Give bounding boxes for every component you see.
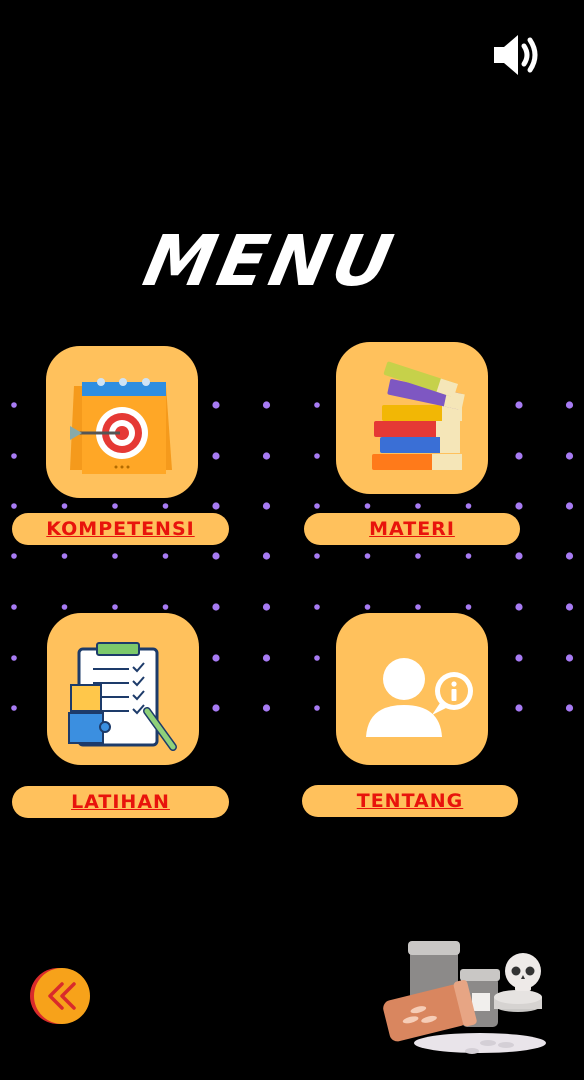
target-calendar-icon [70, 378, 172, 474]
books-stack-icon [372, 361, 465, 470]
sound-toggle-button[interactable] [490, 30, 544, 84]
materi-button[interactable]: MATERI [304, 513, 520, 545]
back-button[interactable] [34, 968, 90, 1024]
tentang-tile[interactable] [336, 613, 488, 765]
kompetensi-tile[interactable] [46, 346, 198, 498]
double-chevron-left-icon [48, 982, 76, 1010]
checklist-clipboard-icon [68, 642, 177, 751]
latihan-tile[interactable] [47, 613, 199, 765]
speaker-volume-icon [494, 35, 538, 75]
materi-tile[interactable] [336, 342, 488, 494]
user-info-icon [366, 658, 473, 737]
medicine-bottles-skull-icon [383, 941, 546, 1054]
tentang-button[interactable]: TENTANG [302, 785, 518, 817]
latihan-button[interactable]: LATIHAN [12, 786, 229, 818]
page-title: MENU [136, 220, 404, 302]
medicine-illustration [380, 935, 550, 1064]
kompetensi-button[interactable]: KOMPETENSI [12, 513, 229, 545]
